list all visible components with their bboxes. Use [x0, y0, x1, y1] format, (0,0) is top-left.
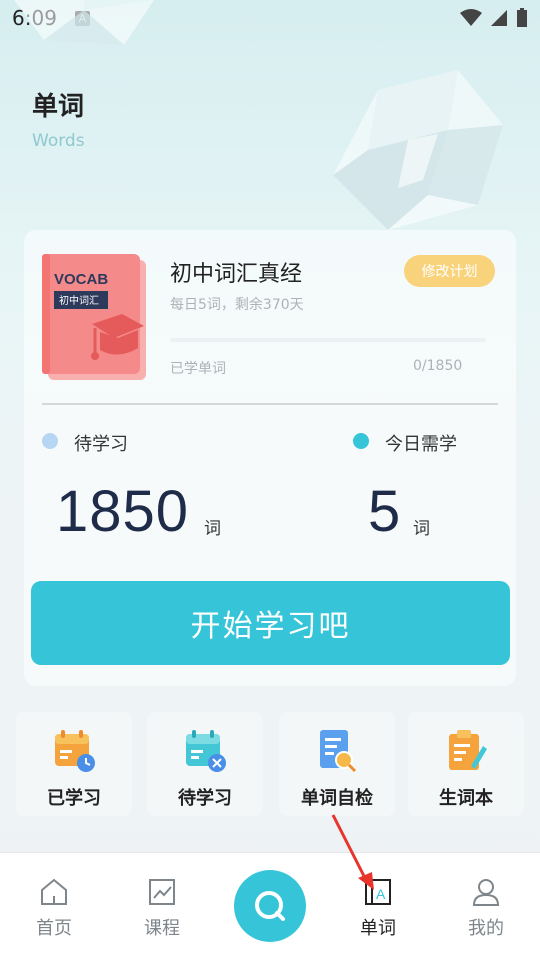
- card-divider: [42, 403, 498, 405]
- learned-words-count: 0/1850: [413, 358, 463, 374]
- wifi-icon: [460, 9, 482, 26]
- quick-action-label: 生词本: [439, 788, 493, 809]
- tab-label: 首页: [36, 918, 72, 939]
- tab-courses[interactable]: 课程: [122, 876, 202, 940]
- pending-count: 1850: [56, 479, 190, 544]
- book-cover-title: VOCAB: [54, 271, 108, 288]
- center-search-button[interactable]: [234, 870, 306, 942]
- tab-label: 单词: [360, 918, 396, 939]
- quick-action-label: 待学习: [178, 788, 232, 809]
- tab-label: 我的: [468, 918, 504, 939]
- calendar-tools-icon: [186, 730, 226, 772]
- home-icon: [41, 878, 67, 905]
- pending-dot-icon: [42, 433, 58, 449]
- signal-icon: [491, 10, 507, 26]
- chart-icon: [149, 879, 175, 905]
- pending-label: 待学习: [74, 434, 128, 455]
- battery-icon: [517, 8, 527, 27]
- calendar-clock-icon: [55, 730, 95, 772]
- page-subtitle: Words: [32, 131, 85, 151]
- annotation-arrow-icon: [331, 814, 374, 890]
- clipboard-pen-icon: [449, 730, 487, 770]
- tab-home[interactable]: 首页: [14, 876, 94, 940]
- tab-profile[interactable]: 我的: [446, 876, 526, 940]
- today-label: 今日需学: [385, 434, 457, 455]
- book-name: 初中词汇真经: [170, 262, 303, 287]
- pending-unit: 词: [204, 519, 221, 539]
- today-dot-icon: [353, 433, 369, 449]
- quick-action-learned[interactable]: 已学习: [16, 712, 132, 816]
- modify-plan-button[interactable]: 修改计划: [404, 255, 495, 287]
- quick-action-pending[interactable]: 待学习: [147, 712, 263, 816]
- learned-words-label: 已学单词: [170, 361, 226, 377]
- glass-cube-decoration: [14, 0, 154, 45]
- book-cover-tag: 初中词汇: [59, 294, 99, 307]
- vocab-book-cover[interactable]: VOCAB 初中词汇: [42, 254, 146, 380]
- today-unit: 词: [413, 519, 430, 539]
- quick-action-self-check[interactable]: 单词自检: [279, 712, 395, 816]
- start-learning-button[interactable]: 开始学习吧: [31, 581, 510, 665]
- page-header: 单词 Words: [32, 86, 85, 151]
- progress-bar: [170, 338, 486, 342]
- tab-label: 课程: [144, 918, 180, 939]
- search-icon: [255, 891, 285, 921]
- quick-action-label: 单词自检: [301, 788, 373, 809]
- today-count: 5: [368, 479, 402, 544]
- profile-icon: [472, 879, 500, 906]
- page-title: 单词: [32, 92, 85, 122]
- quick-action-vocab-book[interactable]: 生词本: [408, 712, 524, 816]
- glass-cube-decoration: [333, 70, 503, 230]
- plan-description: 每日5词，剩余370天: [170, 297, 304, 313]
- quick-action-label: 已学习: [47, 788, 101, 809]
- document-search-icon: [320, 730, 357, 773]
